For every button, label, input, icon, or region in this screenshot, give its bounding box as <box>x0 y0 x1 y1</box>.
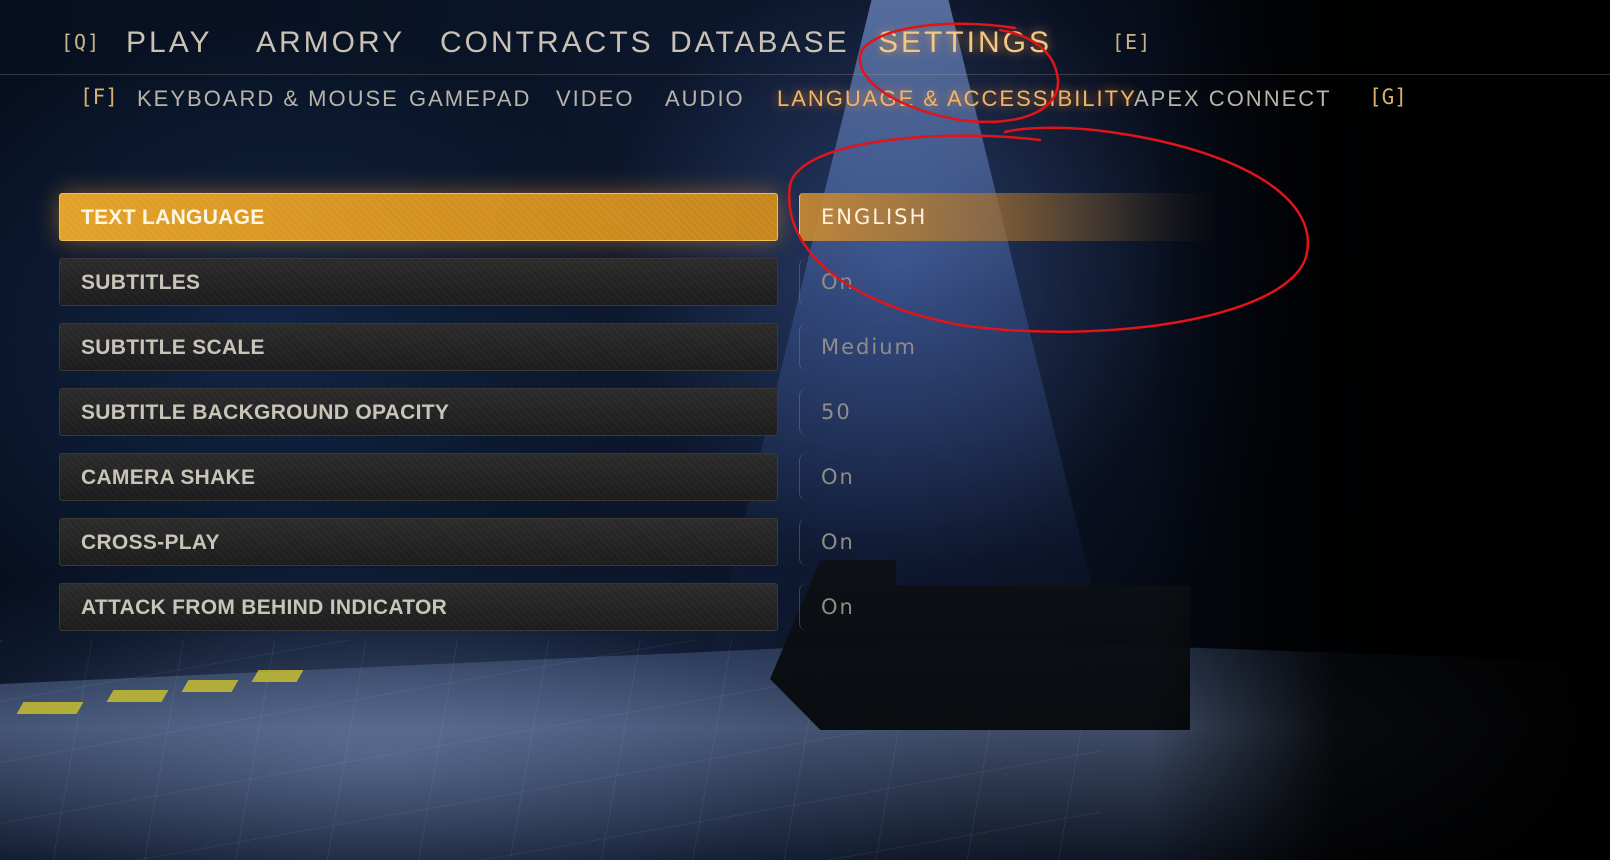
setting-value: 50 <box>821 400 852 424</box>
subtab-gamepad[interactable]: GAMEPAD <box>409 86 531 112</box>
subnav-prev-key-hint[interactable]: [F] <box>80 85 118 109</box>
setting-label: ATTACK FROM BEHIND INDICATOR <box>81 596 448 619</box>
tab-database[interactable]: DATABASE <box>670 26 850 60</box>
subtab-video[interactable]: VIDEO <box>556 86 634 112</box>
tab-contracts[interactable]: CONTRACTS <box>440 26 654 60</box>
setting-value-selector[interactable]: 50 <box>799 388 1219 436</box>
setting-value: ENGLISH <box>821 205 928 229</box>
hazard-marking <box>106 690 169 702</box>
setting-text-language[interactable]: TEXT LANGUAGE <box>59 193 778 241</box>
top-nav: [Q] PLAY ARMORY CONTRACTS DATABASE SETTI… <box>0 0 1610 75</box>
setting-camera-shake[interactable]: CAMERA SHAKE <box>59 453 778 501</box>
setting-value: On <box>821 465 855 489</box>
setting-value: Medium <box>821 335 917 359</box>
hazard-marking <box>181 680 239 692</box>
tab-armory[interactable]: ARMORY <box>256 26 405 60</box>
settings-screen: [Q] PLAY ARMORY CONTRACTS DATABASE SETTI… <box>0 0 1610 860</box>
setting-value-selector[interactable]: On <box>799 258 1219 306</box>
setting-subtitles[interactable]: SUBTITLES <box>59 258 778 306</box>
hazard-marking <box>251 670 304 682</box>
setting-value: On <box>821 595 855 619</box>
tab-settings[interactable]: SETTINGS <box>878 26 1052 60</box>
setting-label: SUBTITLE BACKGROUND OPACITY <box>81 401 450 424</box>
subtab-keyboard-mouse[interactable]: KEYBOARD & MOUSE <box>137 86 399 112</box>
tab-play[interactable]: PLAY <box>126 26 213 60</box>
setting-subtitle-scale[interactable]: SUBTITLE SCALE <box>59 323 778 371</box>
setting-value-selector[interactable]: On <box>799 583 1219 631</box>
subtab-language-accessibility[interactable]: LANGUAGE & ACCESSIBILITY <box>777 86 1137 112</box>
setting-value: On <box>821 270 855 294</box>
setting-label: TEXT LANGUAGE <box>81 206 265 229</box>
setting-label: CAMERA SHAKE <box>81 466 256 489</box>
setting-attack-from-behind-indicator[interactable]: ATTACK FROM BEHIND INDICATOR <box>59 583 778 631</box>
setting-label: CROSS-PLAY <box>81 531 220 554</box>
setting-label: SUBTITLES <box>81 271 201 294</box>
subtab-apex-connect[interactable]: APEX CONNECT <box>1134 86 1332 112</box>
nav-prev-key-hint[interactable]: [Q] <box>61 30 100 54</box>
subnav-next-key-hint[interactable]: [G] <box>1369 85 1407 109</box>
setting-value-selector[interactable]: On <box>799 453 1219 501</box>
nav-next-key-hint[interactable]: [E] <box>1112 30 1151 54</box>
setting-label: SUBTITLE SCALE <box>81 336 265 359</box>
setting-cross-play[interactable]: CROSS-PLAY <box>59 518 778 566</box>
subtab-audio[interactable]: AUDIO <box>665 86 745 112</box>
hazard-marking <box>16 702 84 714</box>
setting-value: On <box>821 530 855 554</box>
setting-value-selector[interactable]: ENGLISH <box>799 193 1219 241</box>
setting-subtitle-background-opacity[interactable]: SUBTITLE BACKGROUND OPACITY <box>59 388 778 436</box>
setting-value-selector[interactable]: Medium <box>799 323 1219 371</box>
right-shadow <box>1150 0 1610 860</box>
setting-value-selector[interactable]: On <box>799 518 1219 566</box>
